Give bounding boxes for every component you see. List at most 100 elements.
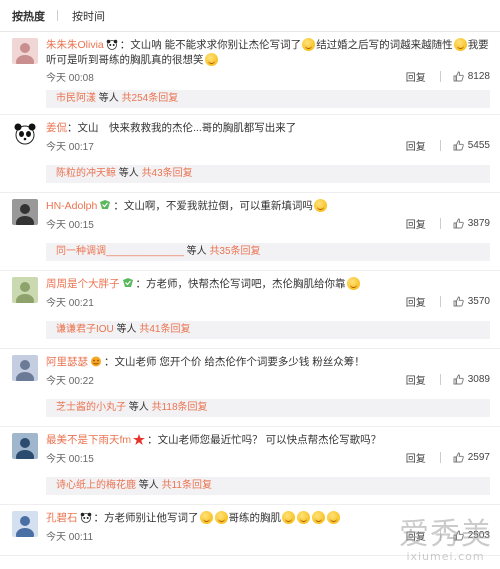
comment-author-link[interactable]: 朱朱朱Olivia <box>46 39 104 51</box>
comment-time: 今天 00:17 <box>46 141 94 153</box>
sub-reply-mid-text: 等人 <box>116 168 142 179</box>
reply-button[interactable]: 回复 <box>406 450 426 465</box>
comment-author-link[interactable]: 最美不是下雨天fm <box>46 434 131 446</box>
comment-text: 阿里瑟瑟 ：文山老师 您开个价 给杰伦作个词要多少钱 粉丝众筹！ <box>46 355 490 370</box>
star-badge-icon <box>133 434 146 445</box>
sub-reply-user-link[interactable]: 谦谦君子IOU <box>56 324 114 335</box>
like-button[interactable]: 8128 <box>453 71 490 82</box>
comment-item: 周周是个大胖子 ：方老师，快帮杰伦写词吧，杰伦胸肌给你靠 今天 00:21 回复 357… <box>0 271 500 349</box>
panda-badge-icon <box>80 512 92 523</box>
laugh-emoji-icon <box>214 511 228 524</box>
like-button[interactable]: 3570 <box>453 296 490 307</box>
comment-meta: 今天 00:22 回复 3089 <box>46 371 490 387</box>
sub-reply-user-link[interactable]: 芝士酱的小丸子 <box>56 402 126 413</box>
view-replies-link[interactable]: 共43条回复 <box>142 168 193 179</box>
sub-replies-bar: 芝士酱的小丸子 等人 共118条回复 <box>46 399 490 417</box>
reply-button[interactable]: 回复 <box>406 138 426 153</box>
like-count: 8128 <box>467 70 490 82</box>
sub-reply-user-link[interactable]: 同一种调调______________ <box>56 246 184 257</box>
avatar[interactable] <box>12 511 38 537</box>
comment-author-link[interactable]: 姜侃 <box>46 122 67 134</box>
comment-author-link[interactable]: 周周是个大胖子 <box>46 278 120 290</box>
avatar[interactable] <box>12 433 38 459</box>
comment-text-part: ：文山老师您最近忙吗？ 可以快点帮杰伦写歌吗？ <box>147 434 382 446</box>
comment-text-part: ：文山 快来救救我的杰伦...哥的胸肌都写出来了 <box>67 122 297 134</box>
like-count: 5455 <box>467 139 490 151</box>
action-divider <box>439 139 441 151</box>
laugh-emoji-icon <box>204 53 218 66</box>
comment-text: 最美不是下雨天fm ：文山老师您最近忙吗？ 可以快点帮杰伦写歌吗？ <box>46 433 490 448</box>
comment-item: 姜侃：文山 快来救救我的杰伦...哥的胸肌都写出来了 今天 00:17 回复 5455… <box>0 115 500 193</box>
laugh-emoji-icon <box>313 199 327 212</box>
laugh-emoji-icon <box>282 511 295 524</box>
watermark-url: ixiumei.com <box>406 550 485 563</box>
sub-reply-user-link[interactable]: 陈粒的冲天鲸 <box>56 168 116 179</box>
reply-button[interactable]: 回复 <box>406 69 426 84</box>
avatar[interactable] <box>12 277 38 303</box>
comment-item: HN-Adolph ：文山啊，不爱我就拉倒，可以重新填词吗 今天 00:15 回复 38… <box>0 193 500 271</box>
view-replies-link[interactable]: 共254条回复 <box>122 93 179 104</box>
reply-button[interactable]: 回复 <box>406 294 426 309</box>
sub-replies-bar: 诗心纸上的梅花鹿 等人 共11条回复 <box>46 477 490 495</box>
avatar[interactable] <box>12 355 38 381</box>
view-replies-link[interactable]: 共118条回复 <box>152 402 208 413</box>
like-button[interactable]: 3089 <box>453 374 490 385</box>
thumbs-up-icon <box>453 452 464 462</box>
laugh-emoji-icon <box>312 511 325 524</box>
comment-time: 今天 00:15 <box>46 453 94 465</box>
view-replies-link[interactable]: 共11条回复 <box>162 480 212 491</box>
comment-text-part: 哥练的胸肌 <box>228 512 282 524</box>
comment-text: 朱朱朱Olivia ：文山呐 能不能求求你别让杰伦写词了 结过婚之后写的词越来越随性… <box>46 38 490 68</box>
comment-author-link[interactable]: 阿里瑟瑟 <box>46 356 88 368</box>
avatar[interactable] <box>12 38 38 64</box>
like-button[interactable]: 2597 <box>453 452 490 463</box>
sub-reply-mid-text: 等人 <box>183 246 210 257</box>
comment-meta: 今天 00:15 回复 3879 <box>46 215 490 231</box>
laugh-emoji-icon <box>346 277 360 290</box>
sort-divider <box>57 10 58 21</box>
sort-tab-hot[interactable]: 按热度 <box>10 8 57 24</box>
like-button[interactable]: 5455 <box>453 140 490 151</box>
panda-badge-icon <box>106 39 118 50</box>
view-replies-link[interactable]: 共35条回复 <box>209 246 260 257</box>
comment-time: 今天 00:21 <box>46 297 94 309</box>
avatar[interactable] <box>12 199 38 225</box>
thumbs-up-icon <box>453 140 464 150</box>
comment-author-link[interactable]: 孔碧石 <box>46 512 78 524</box>
like-count: 2597 <box>467 451 490 463</box>
thumbs-up-icon <box>453 296 464 306</box>
sub-replies-bar: 市民阿漾 等人 共254条回复 <box>46 90 490 108</box>
sub-reply-mid-text: 等人 <box>126 402 152 413</box>
comment-item: 最美不是下雨天fm ：文山老师您最近忙吗？ 可以快点帮杰伦写歌吗？ 今天 00:15… <box>0 427 500 505</box>
sub-reply-mid-text: 等人 <box>136 480 162 491</box>
comment-time: 今天 00:08 <box>46 72 94 84</box>
comment-author-link[interactable]: HN-Adolph <box>46 200 97 212</box>
reply-button[interactable]: 回复 <box>406 216 426 231</box>
sort-tab-time[interactable]: 按时间 <box>70 8 117 24</box>
sort-bar: 按热度 按时间 <box>0 0 500 32</box>
sub-replies-bar: 同一种调调______________ 等人 共35条回复 <box>46 243 490 261</box>
comment-text: HN-Adolph ：文山啊，不爱我就拉倒，可以重新填词吗 <box>46 199 490 214</box>
laugh-emoji-icon <box>199 511 213 524</box>
like-count: 3570 <box>467 295 490 307</box>
comment-text-part: ：文山呐 能不能求求你别让杰伦写词了 <box>119 39 302 51</box>
comment-meta: 今天 00:08 回复 8128 <box>46 68 490 84</box>
view-replies-link[interactable]: 共41条回复 <box>139 324 190 335</box>
sub-reply-user-link[interactable]: 市民阿漾 <box>56 93 96 104</box>
reply-button[interactable]: 回复 <box>406 372 426 387</box>
thumbs-up-icon <box>453 218 464 228</box>
comment-time: 今天 00:22 <box>46 375 94 387</box>
member-badge-icon <box>122 278 134 289</box>
sub-reply-user-link[interactable]: 诗心纸上的梅花鹿 <box>56 480 136 491</box>
sub-replies-bar: 陈粒的冲天鲸 等人 共43条回复 <box>46 165 490 183</box>
comment-meta: 今天 00:21 回复 3570 <box>46 293 490 309</box>
avatar[interactable] <box>12 121 38 147</box>
comment-list: 朱朱朱Olivia ：文山呐 能不能求求你别让杰伦写词了 结过婚之后写的词越来越随性… <box>0 32 500 556</box>
laugh-emoji-icon <box>453 38 467 51</box>
comment-text: 姜侃：文山 快来救救我的杰伦...哥的胸肌都写出来了 <box>46 121 490 136</box>
action-divider <box>439 295 441 307</box>
comment-text-part: ：方老师别让他写词了 <box>93 512 199 524</box>
like-button[interactable]: 3879 <box>453 218 490 229</box>
action-divider <box>439 217 441 229</box>
comment-meta: 今天 00:15 回复 2597 <box>46 449 490 465</box>
